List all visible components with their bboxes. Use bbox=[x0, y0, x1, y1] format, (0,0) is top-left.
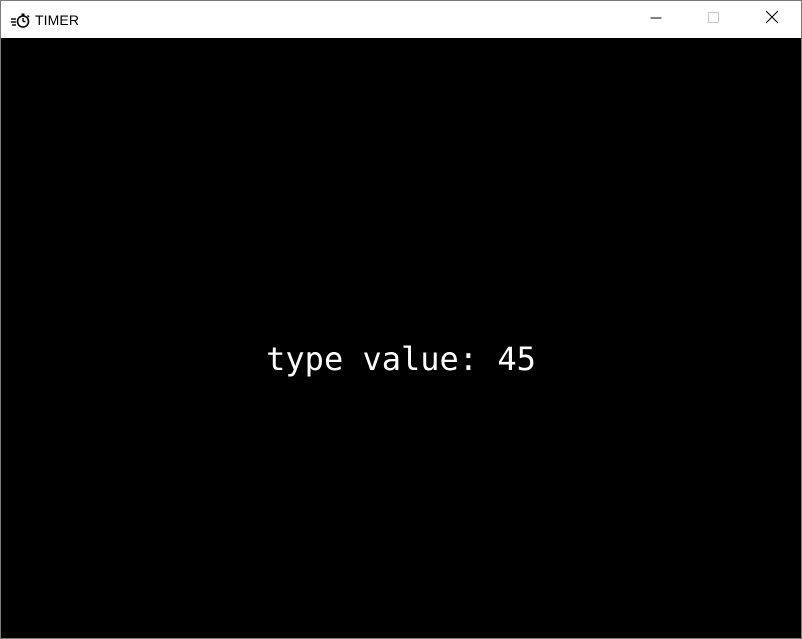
window-controls bbox=[627, 1, 801, 38]
window-title: TIMER bbox=[35, 11, 80, 28]
close-button[interactable] bbox=[743, 1, 801, 38]
stopwatch-icon bbox=[9, 12, 33, 28]
prompt-label: type value: bbox=[266, 340, 498, 378]
maximize-button[interactable] bbox=[685, 1, 743, 38]
minimize-button[interactable] bbox=[627, 1, 685, 38]
close-icon bbox=[765, 10, 779, 29]
input-prompt: type value: 45 bbox=[1, 339, 801, 379]
minimize-icon bbox=[650, 11, 662, 29]
prompt-value[interactable]: 45 bbox=[497, 340, 536, 378]
title-bar[interactable]: TIMER bbox=[1, 1, 801, 38]
maximize-icon bbox=[708, 11, 720, 29]
timer-window: TIMER type value: 45 bbox=[0, 0, 802, 639]
console-area[interactable]: type value: 45 bbox=[1, 38, 801, 638]
